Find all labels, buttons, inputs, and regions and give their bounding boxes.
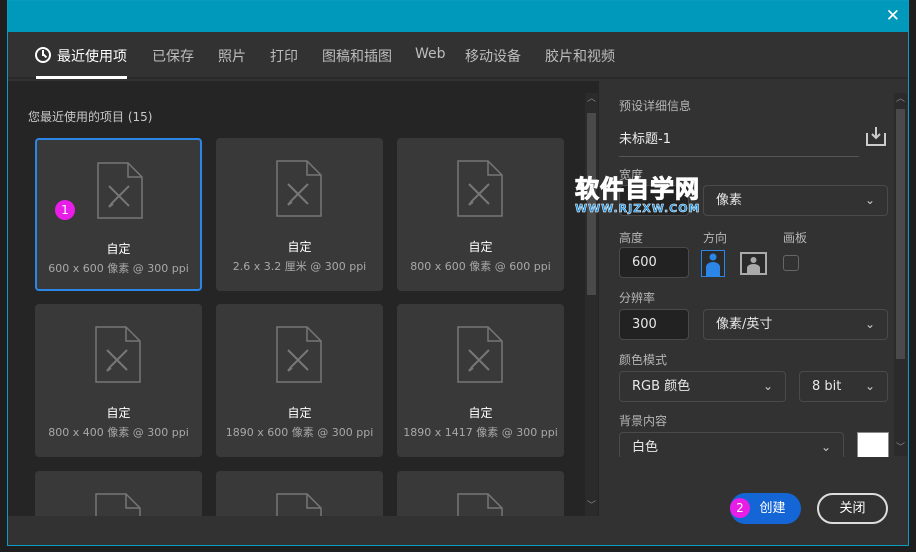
preset-card[interactable]: 自定 1890 x 600 像素 @ 300 ppi [216,304,383,457]
document-icon [276,493,322,516]
preset-card[interactable]: 自定 1890 x 1417 像素 @ 300 ppi [397,304,564,457]
height-input[interactable]: 600 [619,247,689,278]
landscape-orientation-icon[interactable] [740,252,767,275]
tab-art-illustration[interactable]: 图稿和插图 [322,46,392,66]
chevron-down-icon: ⌄ [762,379,773,393]
chevron-down-icon: ⌄ [820,440,831,454]
close-x-icon[interactable]: ✕ [886,6,900,26]
create-button[interactable]: 2 创建 [730,493,801,524]
recent-panel: 您最近使用的项目 (15) 自定 600 x 600 像素 @ 300 ppi 1 自… [8,81,599,516]
tab-recent[interactable]: 最近使用项 [36,46,127,79]
preset-name: 自定 [106,406,131,420]
preset-name: 自定 [287,406,312,420]
preset-details-panel: 预设详细信息 未标题-1 宽度 像素 ⌄ 高度 600 方向 画板 分辨率 300… [599,81,908,516]
chevron-down-icon: ⌄ [864,379,875,393]
background-label: 背景内容 [619,414,668,428]
width-input[interactable] [619,185,689,216]
preset-card[interactable] [216,471,383,516]
preset-name: 自定 [287,240,312,254]
artboard-label: 画板 [783,231,808,245]
document-icon [97,162,143,219]
background-value: 白色 [632,440,659,455]
document-icon [276,160,322,217]
scroll-thumb[interactable] [587,113,596,295]
tab-mobile[interactable]: 移动设备 [465,46,521,66]
document-icon [457,493,503,516]
portrait-orientation-icon[interactable] [701,250,725,277]
tab-web[interactable]: Web [415,46,446,62]
preset-name: 自定 [106,242,131,256]
save-preset-icon[interactable] [865,125,887,147]
preset-card[interactable]: 自定 800 x 600 像素 @ 600 ppi [397,138,564,291]
color-mode-select[interactable]: RGB 颜色 ⌄ [619,371,786,402]
document-name-input[interactable]: 未标题-1 [619,128,859,157]
preset-card[interactable]: 自定 600 x 600 像素 @ 300 ppi 1 [35,138,202,291]
preset-size: 800 x 400 像素 @ 300 ppi [48,426,189,439]
color-mode-label: 颜色模式 [619,353,668,367]
background-select[interactable]: 白色 ⌄ [619,432,844,457]
bit-depth-select[interactable]: 8 bit ⌄ [799,371,888,402]
clock-icon [35,47,51,63]
new-document-dialog: ✕ 最近使用项 已保存 照片 打印 图稿和插图 Web 移动设备 胶片和视频 您… [7,0,909,546]
scroll-up-icon[interactable]: ︿ [585,93,598,105]
preset-size: 1890 x 600 像素 @ 300 ppi [225,426,374,439]
document-icon [457,326,503,383]
preset-size: 600 x 600 像素 @ 300 ppi [48,262,189,275]
artboard-checkbox[interactable] [783,255,799,271]
height-label: 高度 [619,231,644,245]
document-icon [95,326,141,383]
scroll-down-icon[interactable]: ﹀ [585,500,598,512]
preset-size: 800 x 600 像素 @ 600 ppi [410,260,551,273]
document-icon [457,160,503,217]
details-scrollbar[interactable]: ︿ ﹀ [894,93,907,456]
recent-title: 您最近使用的项目 (15) [28,110,153,124]
orientation-label: 方向 [703,231,728,245]
preset-card[interactable] [35,471,202,516]
scroll-down-icon[interactable]: ﹀ [894,442,907,454]
annotation-badge: 2 [730,498,750,518]
tab-photo[interactable]: 照片 [218,46,246,66]
tab-saved[interactable]: 已保存 [152,46,194,66]
close-button[interactable]: 关闭 [817,493,888,524]
preset-name: 自定 [468,240,493,254]
scroll-thumb[interactable] [896,109,905,359]
scroll-up-icon[interactable]: ︿ [894,93,907,105]
tab-print[interactable]: 打印 [270,46,298,66]
preset-size: 1890 x 1417 像素 @ 300 ppi [403,426,558,439]
resolution-unit-value: 像素/英寸 [716,317,773,332]
preset-card[interactable]: 自定 800 x 400 像素 @ 300 ppi [35,304,202,457]
recent-scrollbar[interactable]: ︿ ﹀ [585,93,598,516]
preset-tabs: 最近使用项 已保存 照片 打印 图稿和插图 Web 移动设备 胶片和视频 [8,32,908,79]
color-mode-value: RGB 颜色 [632,379,691,394]
chevron-down-icon: ⌄ [864,317,875,331]
background-color-swatch[interactable] [857,432,889,457]
annotation-badge: 1 [55,200,75,220]
width-unit-value: 像素 [716,193,743,208]
resolution-label: 分辨率 [619,291,656,305]
bit-depth-value: 8 bit [812,379,842,394]
document-icon [95,493,141,516]
width-unit-select[interactable]: 像素 ⌄ [703,185,888,216]
chevron-down-icon: ⌄ [864,193,875,207]
resolution-input[interactable]: 300 [619,309,689,340]
width-label: 宽度 [619,168,644,182]
recent-count: (15) [127,110,153,124]
resolution-unit-select[interactable]: 像素/英寸 ⌄ [703,309,888,340]
details-title: 预设详细信息 [619,99,692,113]
title-bar: ✕ [8,1,908,32]
tab-film-video[interactable]: 胶片和视频 [545,46,615,66]
preset-size: 2.6 x 3.2 厘米 @ 300 ppi [232,260,367,273]
preset-card[interactable]: 自定 2.6 x 3.2 厘米 @ 300 ppi [216,138,383,291]
document-icon [276,326,322,383]
preset-card[interactable] [397,471,564,516]
preset-name: 自定 [468,406,493,420]
